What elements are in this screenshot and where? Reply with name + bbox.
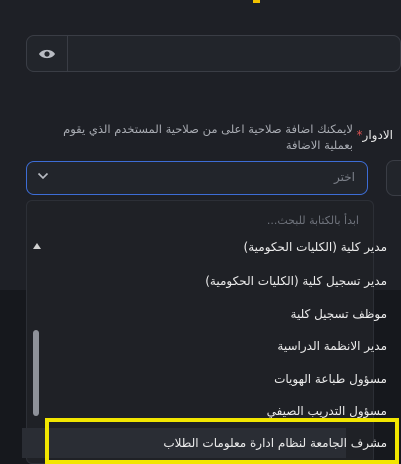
chevron-down-icon[interactable] xyxy=(37,172,49,180)
option-university-sis-supervisor[interactable]: مشرف الجامعة لنظام ادارة معلومات الطلاب xyxy=(163,436,387,450)
option-summer-training-officer[interactable]: مسؤول التدريب الصيفي xyxy=(267,404,387,418)
option-college-director[interactable]: مدير كلية (الكليات الحكومية) xyxy=(244,240,387,254)
search-hint: ابدأ بالكتابة للبحث... xyxy=(266,214,359,227)
eye-icon xyxy=(39,49,55,58)
roles-select[interactable]: اختر xyxy=(26,161,368,195)
option-college-registration-employee[interactable]: موظف تسجيل كلية xyxy=(291,307,387,321)
top-accent-bar xyxy=(253,0,260,3)
password-field[interactable] xyxy=(26,35,401,72)
toggle-visibility-button[interactable] xyxy=(27,36,68,71)
adjacent-field[interactable] xyxy=(386,160,401,196)
scroll-up-arrow-icon[interactable] xyxy=(33,243,41,249)
option-id-printing-officer[interactable]: مسؤول طباعة الهويات xyxy=(274,372,387,386)
roles-hint: لايمكنك اضافة صلاحية اعلى من صلاحية المس… xyxy=(63,122,353,152)
select-placeholder: اختر xyxy=(334,170,355,184)
option-academic-systems-director[interactable]: مدير الانظمة الدراسية xyxy=(277,339,387,353)
option-college-registration-director[interactable]: مدير تسجيل كلية (الكليات الحكومية) xyxy=(205,274,387,288)
roles-label: الادوار* xyxy=(356,128,393,142)
scroll-thumb[interactable] xyxy=(33,330,39,416)
